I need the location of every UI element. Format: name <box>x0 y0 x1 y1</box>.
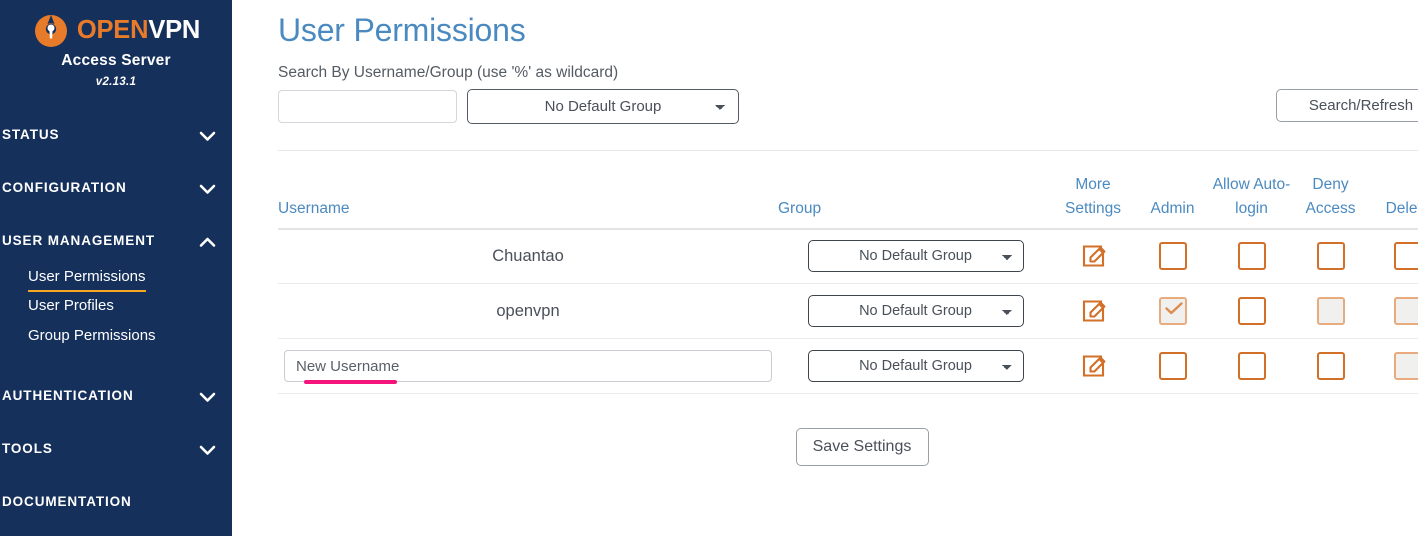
column-header-more-settings: More Settings <box>1053 150 1133 230</box>
table-head: Username Group More Settings Admin Allow… <box>278 150 1418 230</box>
column-header-delete: Delete <box>1370 150 1418 230</box>
sidebar-item-configuration[interactable]: CONFIGURATION <box>0 161 232 214</box>
sidebar-item-status[interactable]: STATUS <box>0 108 232 161</box>
sidebar-item-tools-label: TOOLS <box>2 440 53 456</box>
sidebar-nav: STATUS CONFIGURATION USER MANAGEMENT Use… <box>0 108 232 528</box>
cell-allow-autologin <box>1212 228 1291 284</box>
sidebar-item-user-management[interactable]: USER MANAGEMENT <box>0 214 232 267</box>
permissions-table-wrapper: Username Group More Settings Admin Allow… <box>278 150 1418 394</box>
search-input[interactable] <box>278 90 457 123</box>
sidebar: OPENVPN Access Server v2.13.1 STATUS CON… <box>0 0 232 536</box>
admin-checkbox <box>1158 297 1187 325</box>
cell-more-settings <box>1053 228 1133 284</box>
sidebar-item-tools[interactable]: TOOLS <box>0 422 232 475</box>
brand-word-open: OPEN <box>76 16 149 45</box>
chevron-up-icon <box>199 235 216 247</box>
column-header-deny-access: Deny Access <box>1291 150 1370 230</box>
brand-subtitle: Access Server <box>61 52 171 69</box>
delete-checkbox <box>1394 297 1418 325</box>
delete-checkbox <box>1394 352 1418 380</box>
row-group-select[interactable]: No Default Group <box>807 350 1024 382</box>
main-content: User Permissions Search By Username/Grou… <box>232 0 1418 536</box>
deny-access-checkbox[interactable] <box>1316 352 1345 380</box>
brand-wordmark: OPENVPN <box>76 16 201 45</box>
allow-autologin-checkbox[interactable] <box>1237 297 1266 325</box>
column-header-allow-autologin: Allow Auto-login <box>1212 150 1291 230</box>
cell-delete <box>1370 228 1418 284</box>
table-row: No Default Group <box>278 338 1418 394</box>
cell-more-settings <box>1053 338 1133 394</box>
sidebar-item-documentation-label: DOCUMENTATION <box>2 493 132 509</box>
cell-allow-autologin <box>1212 338 1291 394</box>
cell-username: Chuantao <box>278 228 778 284</box>
cell-deny-access <box>1291 228 1370 284</box>
cell-admin <box>1133 338 1212 394</box>
chevron-down-icon <box>199 390 216 402</box>
cell-delete <box>1370 338 1418 394</box>
cell-group: No Default Group <box>778 228 1053 284</box>
cell-username: openvpn <box>278 283 778 339</box>
column-header-group[interactable]: Group <box>778 150 1053 230</box>
chevron-down-icon <box>199 129 216 141</box>
cell-allow-autologin <box>1212 283 1291 339</box>
edit-pencil-icon[interactable] <box>1078 296 1108 326</box>
cell-more-settings <box>1053 283 1133 339</box>
table-header-row: Username Group More Settings Admin Allow… <box>278 150 1418 230</box>
search-group-select[interactable]: No Default Group <box>467 89 739 124</box>
new-username-input[interactable] <box>284 350 772 382</box>
search-row: No Default Group Search/Refresh <box>278 89 1418 124</box>
sidebar-item-group-permissions[interactable]: Group Permissions <box>28 322 156 351</box>
cell-admin <box>1133 283 1212 339</box>
sidebar-item-user-management-label: USER MANAGEMENT <box>2 233 156 248</box>
allow-autologin-checkbox[interactable] <box>1237 242 1266 271</box>
chevron-down-icon <box>199 443 216 455</box>
sidebar-item-configuration-label: CONFIGURATION <box>2 180 127 195</box>
cell-new-username <box>278 338 778 394</box>
cell-deny-access <box>1291 338 1370 394</box>
allow-autologin-checkbox[interactable] <box>1237 352 1266 380</box>
brand-word-vpn: VPN <box>148 16 201 45</box>
page-title: User Permissions <box>278 12 526 48</box>
table-row: Chuantao No Default Group <box>278 228 1418 284</box>
column-header-username[interactable]: Username <box>278 150 778 230</box>
save-settings-button[interactable]: Save Settings <box>795 428 929 466</box>
deny-access-checkbox[interactable] <box>1316 242 1345 271</box>
sidebar-item-status-label: STATUS <box>2 127 60 142</box>
cell-delete <box>1370 283 1418 339</box>
edit-pencil-icon[interactable] <box>1078 241 1108 271</box>
openvpn-shield-icon <box>32 12 70 50</box>
sidebar-item-user-permissions[interactable]: User Permissions <box>28 263 146 293</box>
cell-group: No Default Group <box>778 338 1053 394</box>
user-permissions-table: Username Group More Settings Admin Allow… <box>278 150 1418 394</box>
delete-checkbox[interactable] <box>1394 242 1418 271</box>
user-permissions-page: OPENVPN Access Server v2.13.1 STATUS CON… <box>0 0 1418 536</box>
brand-logo[interactable]: OPENVPN Access Server v2.13.1 <box>0 0 232 88</box>
sidebar-item-documentation[interactable]: DOCUMENTATION <box>0 475 232 528</box>
sidebar-item-authentication[interactable]: AUTHENTICATION <box>0 369 232 422</box>
cell-deny-access <box>1291 283 1370 339</box>
save-settings-row: Save Settings <box>278 428 1418 466</box>
row-group-select[interactable]: No Default Group <box>807 240 1024 273</box>
sidebar-item-user-profiles[interactable]: User Profiles <box>28 292 114 321</box>
username-text: openvpn <box>496 301 560 320</box>
table-row: openvpn No Default Group <box>278 283 1418 339</box>
sidebar-submenu-user-management: User Permissions User Profiles Group Per… <box>0 263 232 351</box>
annotation-underline <box>304 380 397 384</box>
checkmark-icon <box>1164 302 1183 315</box>
cell-admin <box>1133 228 1212 284</box>
admin-checkbox[interactable] <box>1158 242 1187 271</box>
brand-version: v2.13.1 <box>95 76 137 88</box>
deny-access-checkbox <box>1316 297 1345 325</box>
column-header-admin: Admin <box>1133 150 1212 230</box>
row-group-select[interactable]: No Default Group <box>807 295 1024 327</box>
sidebar-item-authentication-label: AUTHENTICATION <box>2 387 134 403</box>
search-label: Search By Username/Group (use '%' as wil… <box>278 64 619 81</box>
cell-group: No Default Group <box>778 283 1053 339</box>
edit-pencil-icon[interactable] <box>1078 351 1108 381</box>
search-refresh-button[interactable]: Search/Refresh <box>1276 89 1418 122</box>
chevron-down-icon <box>199 182 216 194</box>
admin-checkbox[interactable] <box>1158 352 1187 380</box>
username-text: Chuantao <box>492 246 564 265</box>
table-body: Chuantao No Default Group openvpn No Def… <box>278 228 1418 394</box>
